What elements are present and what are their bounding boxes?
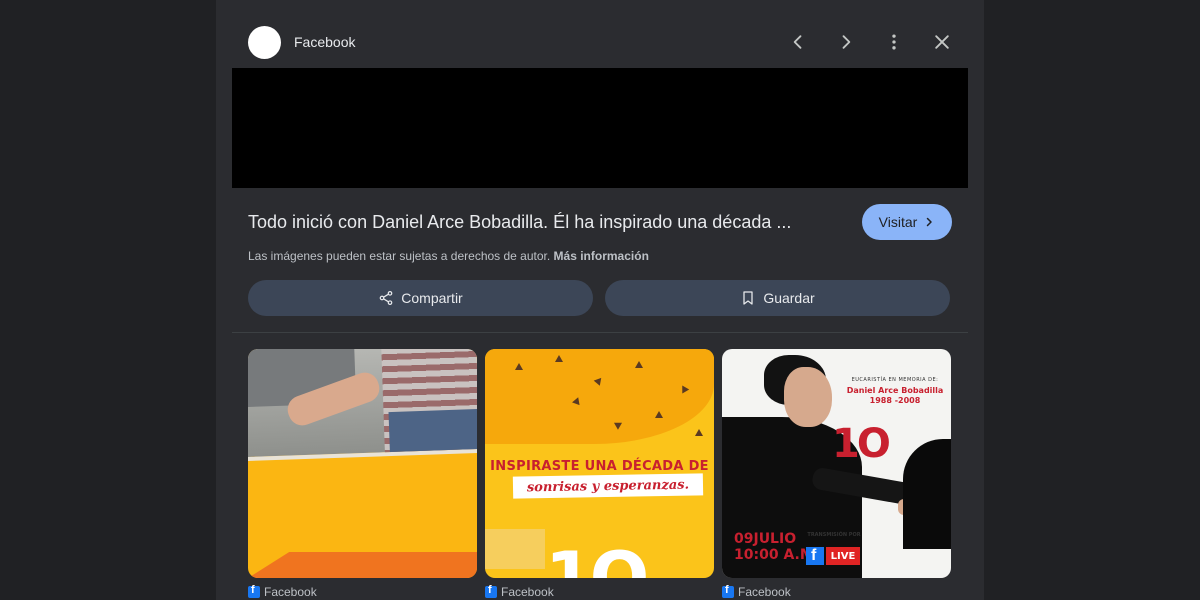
orange-band <box>248 552 477 578</box>
related-source[interactable]: Facebook <box>485 584 714 599</box>
memorial-name: Daniel Arce Bobadilla <box>846 386 944 395</box>
visit-button[interactable]: Visitar <box>862 204 952 240</box>
related-thumbnail[interactable]: EUCARISTÍA EN MEMORIA DE: Daniel Arce Bo… <box>722 349 951 578</box>
share-label: Compartir <box>401 290 463 306</box>
chevron-right-icon <box>927 217 933 227</box>
copyright-text: Las imágenes pueden estar sujetas a dere… <box>248 249 551 263</box>
related-source-label: Facebook <box>501 585 554 599</box>
title-row: Todo inició con Daniel Arce Bobadilla. É… <box>248 204 952 240</box>
photo-collage <box>248 349 477 462</box>
share-icon <box>379 291 393 305</box>
chevron-left-icon <box>793 35 802 49</box>
poster-headline: INSPIRASTE UNA DÉCADA DE <box>490 459 709 474</box>
preview-header: Facebook <box>248 22 960 62</box>
facebook-icon <box>248 584 260 598</box>
copyright-notice: Las imágenes pueden estar sujetas a dere… <box>248 249 649 263</box>
memorial-text: EUCARISTÍA EN MEMORIA DE: <box>851 377 939 383</box>
facebook-icon <box>485 584 497 598</box>
anniversary-logo: 1O <box>832 421 891 467</box>
related-source[interactable]: Facebook <box>248 584 477 599</box>
visit-label: Visitar <box>878 214 918 230</box>
more-options-button[interactable] <box>876 24 912 60</box>
related-card[interactable]: Facebook <box>248 349 477 599</box>
preview-image[interactable] <box>232 68 968 188</box>
save-button[interactable]: Guardar <box>605 280 950 316</box>
poster-ten: 1O <box>545 537 649 578</box>
share-button[interactable]: Compartir <box>248 280 593 316</box>
chevron-right-icon <box>842 35 851 49</box>
related-thumbnail[interactable]: INSPIRASTE UNA DÉCADA DE sonrisas y espe… <box>485 349 714 578</box>
close-icon <box>935 35 949 49</box>
bookmark-icon <box>743 291 753 305</box>
facebook-logo <box>806 547 824 565</box>
header-actions <box>780 24 960 60</box>
related-source[interactable]: Facebook <box>722 584 951 599</box>
source-name[interactable]: Facebook <box>294 34 355 50</box>
save-label: Guardar <box>763 290 815 306</box>
related-source-label: Facebook <box>738 585 791 599</box>
image-preview-panel: Facebook Todo inició con Daniel Arce Bob… <box>216 0 984 600</box>
more-info-link[interactable]: Más información <box>554 249 649 263</box>
next-button[interactable] <box>828 24 864 60</box>
result-title[interactable]: Todo inició con Daniel Arce Bobadilla. É… <box>248 212 862 233</box>
previous-button[interactable] <box>780 24 816 60</box>
memorial-years: 1988 -2008 <box>869 396 921 405</box>
related-thumbnail[interactable] <box>248 349 477 578</box>
source-avatar[interactable] <box>248 25 281 59</box>
action-buttons: Compartir Guardar <box>248 280 950 316</box>
close-button[interactable] <box>924 24 960 60</box>
poster-subline: sonrisas y esperanzas. <box>512 473 704 499</box>
transmission-text: TRANSMISIÓN POR <box>807 532 861 538</box>
live-badge: LIVE <box>826 547 860 565</box>
more-vert-icon <box>892 34 896 50</box>
related-card[interactable]: INSPIRASTE UNA DÉCADA DE sonrisas y espe… <box>485 349 714 599</box>
related-source-label: Facebook <box>264 585 317 599</box>
divider <box>232 332 968 333</box>
facebook-icon <box>722 584 734 598</box>
related-card[interactable]: EUCARISTÍA EN MEMORIA DE: Daniel Arce Bo… <box>722 349 951 599</box>
related-images-grid: Facebook INSPIRASTE UNA DÉCADA DE sonris… <box>248 349 952 599</box>
